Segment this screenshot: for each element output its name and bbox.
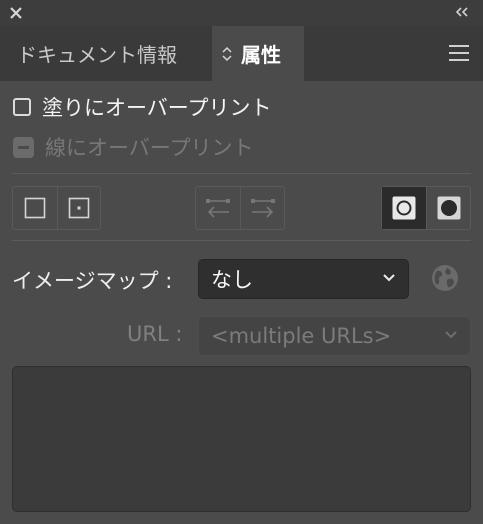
url-label: URL : (127, 322, 183, 346)
globe-icon (432, 265, 458, 291)
reverse-path-right-button (240, 187, 284, 229)
tab-document-info-label: ドキュメント情報 (17, 43, 177, 67)
reverse-path-right-icon (250, 199, 275, 218)
nonzero-winding-icon (392, 196, 416, 220)
show-center-off-icon (24, 197, 46, 219)
up-down-arrows-icon (222, 46, 232, 61)
checkbox-box[interactable] (13, 98, 31, 116)
nonzero-winding-button[interactable] (382, 187, 426, 229)
overprint-fill-label: 塗りにオーバープリント (42, 96, 272, 120)
reverse-path-left-icon (206, 199, 230, 218)
image-map-label: イメージマップ : (12, 269, 173, 293)
tab-attributes-label: 属性 (241, 43, 281, 67)
overprint-stroke-label: 線にオーバープリント (45, 136, 254, 160)
close-icon[interactable] (9, 6, 23, 20)
path-direction-group (195, 186, 285, 230)
image-map-value: なし (211, 268, 253, 292)
show-center-off-button[interactable] (13, 187, 57, 229)
even-odd-button[interactable] (426, 187, 470, 229)
image-map-select[interactable]: なし (198, 259, 409, 299)
tab-attributes[interactable]: 属性 (212, 26, 304, 81)
show-center-on-button[interactable] (56, 187, 101, 229)
overprint-fill-checkbox[interactable]: 塗りにオーバープリント (13, 92, 272, 122)
url-select: <multiple URLs> (198, 316, 471, 356)
panel-menu-icon[interactable] (448, 44, 470, 62)
fill-rule-group (381, 186, 471, 230)
chevron-down-icon (383, 274, 395, 282)
attributes-panel: ドキュメント情報 属性 塗りにオーバープリント 線にオーバープリント イメージマ… (0, 0, 483, 524)
tab-document-info[interactable]: ドキュメント情報 (0, 26, 212, 81)
panel-titlebar (0, 0, 483, 26)
overprint-stroke-checkbox: 線にオーバープリント (13, 132, 254, 162)
double-chevron-left-icon[interactable] (454, 5, 470, 19)
reverse-path-left-button (196, 187, 240, 229)
notes-textarea[interactable] (12, 366, 471, 512)
even-odd-icon (437, 196, 460, 220)
tab-bar: ドキュメント情報 属性 (0, 26, 483, 81)
url-value: <multiple URLs> (211, 324, 392, 348)
checkbox-mixed (13, 136, 34, 158)
overprint-preview-group (12, 186, 101, 230)
chevron-down-icon (445, 331, 457, 339)
show-center-on-icon (68, 197, 90, 219)
divider (12, 173, 471, 174)
divider (12, 240, 471, 241)
